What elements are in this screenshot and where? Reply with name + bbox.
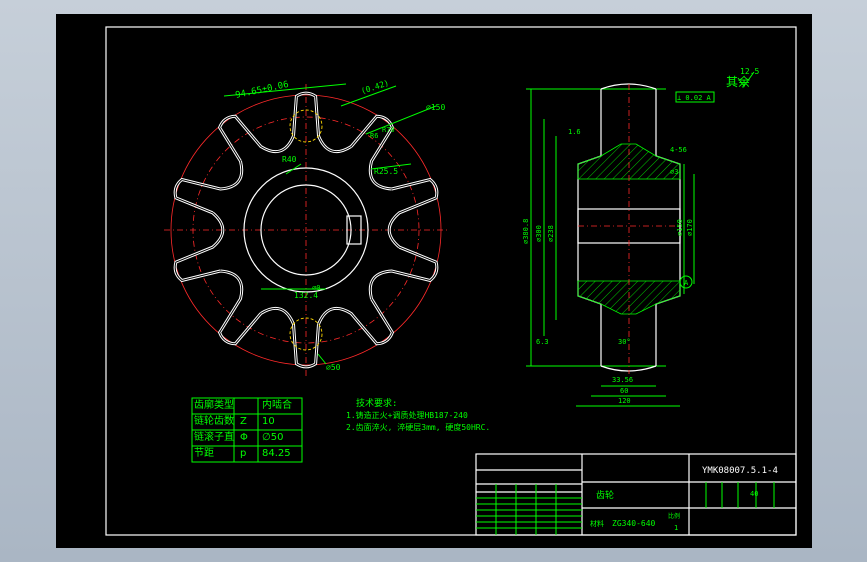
params-row: 链滚子直径 Φ ∅50 — [192, 430, 302, 446]
tb-material-label: 材料 — [590, 519, 604, 528]
roughness-value: 12.5 — [740, 67, 759, 76]
dim-w3: 120 — [618, 397, 631, 405]
dim-r25: R25.5 — [374, 167, 398, 176]
params-value: ∅50 — [262, 432, 284, 443]
dim-t2: ∅3 — [670, 168, 678, 176]
tech-requirements: 技术要求: 1.铸造正火+调质处理HB187-240 2.齿面淬火, 淬硬层3m… — [346, 397, 490, 432]
params-symbol: p — [240, 448, 247, 459]
title-block: 齿轮 材料 ZG340-640 比例 1 YMK08007.5.1-4 40 — [475, 453, 797, 536]
params-row: 齿廓类型 内啮合 — [192, 398, 302, 414]
tb-mass: 40 — [750, 490, 758, 498]
dim-width2: ∅0 — [312, 284, 320, 292]
cad-viewport[interactable]: 94.65±0.06 (0.42) ∅150 R40 R25.5 R6 R70 … — [0, 0, 867, 562]
gdt-text: ⊥ 0.02 A — [677, 94, 712, 102]
tb-material: ZG340-640 — [612, 519, 656, 528]
tech-req-title: 技术要求: — [356, 397, 397, 409]
dim-d3: ∅238 — [547, 225, 555, 242]
dim-t1: 4-56 — [670, 146, 687, 154]
dim-d5: ∅170 — [686, 219, 694, 236]
params-value: 内啮合 — [262, 400, 292, 411]
params-name: 齿廓类型 — [194, 400, 234, 411]
tb-drawing-number: YMK08007.5.1-4 — [702, 466, 778, 476]
drawing-sheet[interactable]: 94.65±0.06 (0.42) ∅150 R40 R25.5 R6 R70 … — [56, 14, 812, 548]
tb-scale-label: 比例 — [668, 512, 680, 520]
params-name: 链滚子直径 — [194, 432, 234, 443]
params-symbol: Φ — [240, 432, 248, 443]
section-view: ⊥ 0.02 A ∅380.8 ∅300 ∅238 ∅150 ∅170 4-56… — [522, 83, 715, 407]
drawing-svg: 94.65±0.06 (0.42) ∅150 R40 R25.5 R6 R70 … — [105, 26, 797, 536]
roughness-label: 其余 — [726, 74, 750, 89]
dim-s1: 6.3 — [536, 338, 549, 346]
roughness-symbol: 其余 12.5 — [726, 67, 759, 89]
dim-d1: ∅380.8 — [522, 219, 530, 244]
dim-w2: 60 — [620, 387, 628, 395]
dim-r70: R70 — [382, 126, 395, 134]
dim-angle: R6 — [370, 132, 378, 140]
dim-width: 132.4 — [294, 291, 318, 300]
datum-a: A — [684, 279, 689, 287]
params-table-text: 齿廓类型 内啮合链轮齿数 Z 10 链滚子直径 Φ ∅50 节距 p 84.25 — [192, 398, 302, 462]
params-symbol: Z — [240, 416, 247, 427]
tech-req-2: 2.齿面淬火, 淬硬层3mm, 硬度50HRC. — [346, 422, 490, 432]
dim-s2: 1.6 — [568, 128, 581, 136]
tech-req-1: 1.铸造正火+调质处理HB187-240 — [346, 410, 468, 420]
dim-bore: ∅50 — [326, 363, 341, 372]
params-row: 链轮齿数 Z 10 — [192, 414, 302, 430]
dim-d4: ∅150 — [676, 219, 684, 236]
params-row: 节距 p 84.25 — [192, 446, 302, 462]
params-value: 84.25 — [262, 448, 291, 459]
tb-part-name: 齿轮 — [596, 489, 614, 501]
front-view — [164, 83, 448, 376]
dim-d2: ∅300 — [535, 225, 543, 242]
dim-r40: R40 — [282, 155, 297, 164]
params-value: 10 — [262, 416, 275, 427]
dim-arc: 94.65±0.06 — [235, 80, 290, 101]
params-name: 节距 — [194, 448, 214, 459]
dim-dia-outer: ∅150 — [426, 103, 445, 112]
tb-scale: 1 — [674, 524, 678, 532]
front-dims: 94.65±0.06 (0.42) ∅150 R40 R25.5 R6 R70 … — [235, 78, 446, 372]
dim-w1: 33.56 — [612, 376, 633, 384]
params-name: 链轮齿数 — [194, 416, 234, 427]
dim-ang: 30° — [618, 338, 631, 346]
